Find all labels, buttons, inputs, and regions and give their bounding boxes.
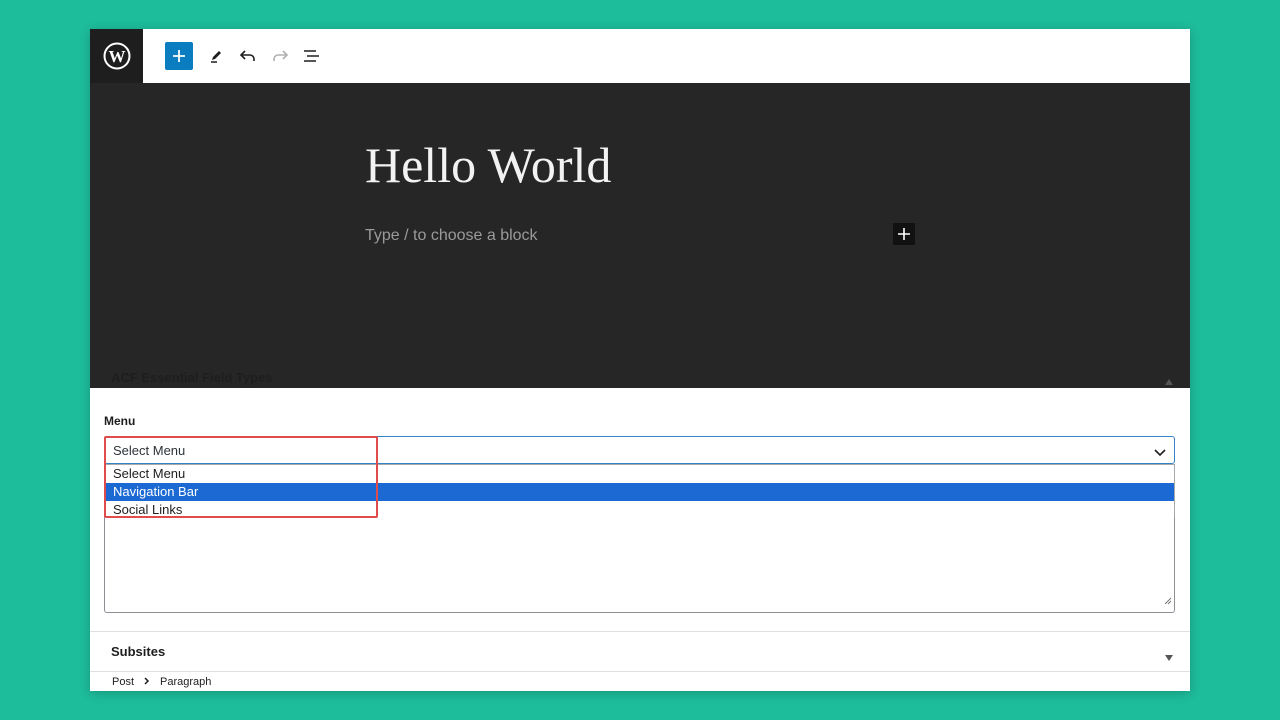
menu-select[interactable]: Select Menu bbox=[104, 436, 1175, 464]
wordpress-logo-icon[interactable]: W bbox=[90, 29, 143, 83]
chevron-down-icon bbox=[1154, 444, 1166, 462]
text-area-field[interactable] bbox=[104, 518, 1175, 613]
menu-dropdown-list: Select Menu Navigation Bar Social Links bbox=[104, 464, 1175, 520]
collapse-toggle[interactable] bbox=[1165, 372, 1173, 390]
redo-icon bbox=[273, 50, 289, 61]
svg-text:W: W bbox=[108, 47, 125, 66]
option-navigation-bar[interactable]: Navigation Bar bbox=[105, 483, 1174, 501]
metabox-title[interactable]: ACF Essential Field Types bbox=[111, 370, 273, 385]
block-breadcrumb: Post Paragraph bbox=[112, 676, 211, 688]
inline-add-block-button[interactable] bbox=[893, 223, 915, 245]
editor-canvas: Hello World Type / to choose a block bbox=[90, 83, 1190, 388]
option-label: Select Menu bbox=[113, 466, 186, 481]
divider bbox=[90, 671, 1190, 672]
add-block-button[interactable] bbox=[165, 42, 193, 70]
editor-toolbar: W bbox=[90, 29, 1190, 84]
option-label: Navigation Bar bbox=[113, 484, 199, 499]
expand-toggle[interactable] bbox=[1165, 648, 1173, 666]
editor-window: W Hello World Type / to choose a block A… bbox=[90, 29, 1190, 691]
resize-grip-icon[interactable] bbox=[1164, 592, 1172, 610]
plus-icon bbox=[898, 228, 910, 240]
plus-icon bbox=[173, 50, 185, 62]
block-placeholder[interactable]: Type / to choose a block bbox=[365, 227, 538, 245]
option-label: Social Links bbox=[113, 502, 183, 517]
list-view-icon bbox=[304, 50, 319, 62]
redo-button[interactable] bbox=[266, 42, 294, 70]
list-view-button[interactable] bbox=[298, 42, 326, 70]
option-social-links[interactable]: Social Links bbox=[105, 501, 1174, 519]
post-title[interactable]: Hello World bbox=[365, 135, 611, 195]
menu-select-value: Select Menu bbox=[113, 443, 186, 458]
triangle-down-icon bbox=[1165, 655, 1173, 661]
divider bbox=[90, 631, 1190, 632]
tools-button[interactable] bbox=[202, 42, 230, 70]
undo-icon bbox=[239, 50, 255, 61]
breadcrumb-post[interactable]: Post bbox=[112, 676, 134, 688]
triangle-up-icon bbox=[1165, 379, 1173, 385]
undo-button[interactable] bbox=[234, 42, 262, 70]
pencil-icon bbox=[211, 51, 221, 63]
chevron-right-icon bbox=[144, 676, 150, 688]
menu-field-label: Menu bbox=[104, 414, 136, 428]
subsites-title[interactable]: Subsites bbox=[111, 644, 165, 659]
breadcrumb-paragraph[interactable]: Paragraph bbox=[160, 676, 211, 688]
option-select-menu[interactable]: Select Menu bbox=[105, 465, 1174, 483]
